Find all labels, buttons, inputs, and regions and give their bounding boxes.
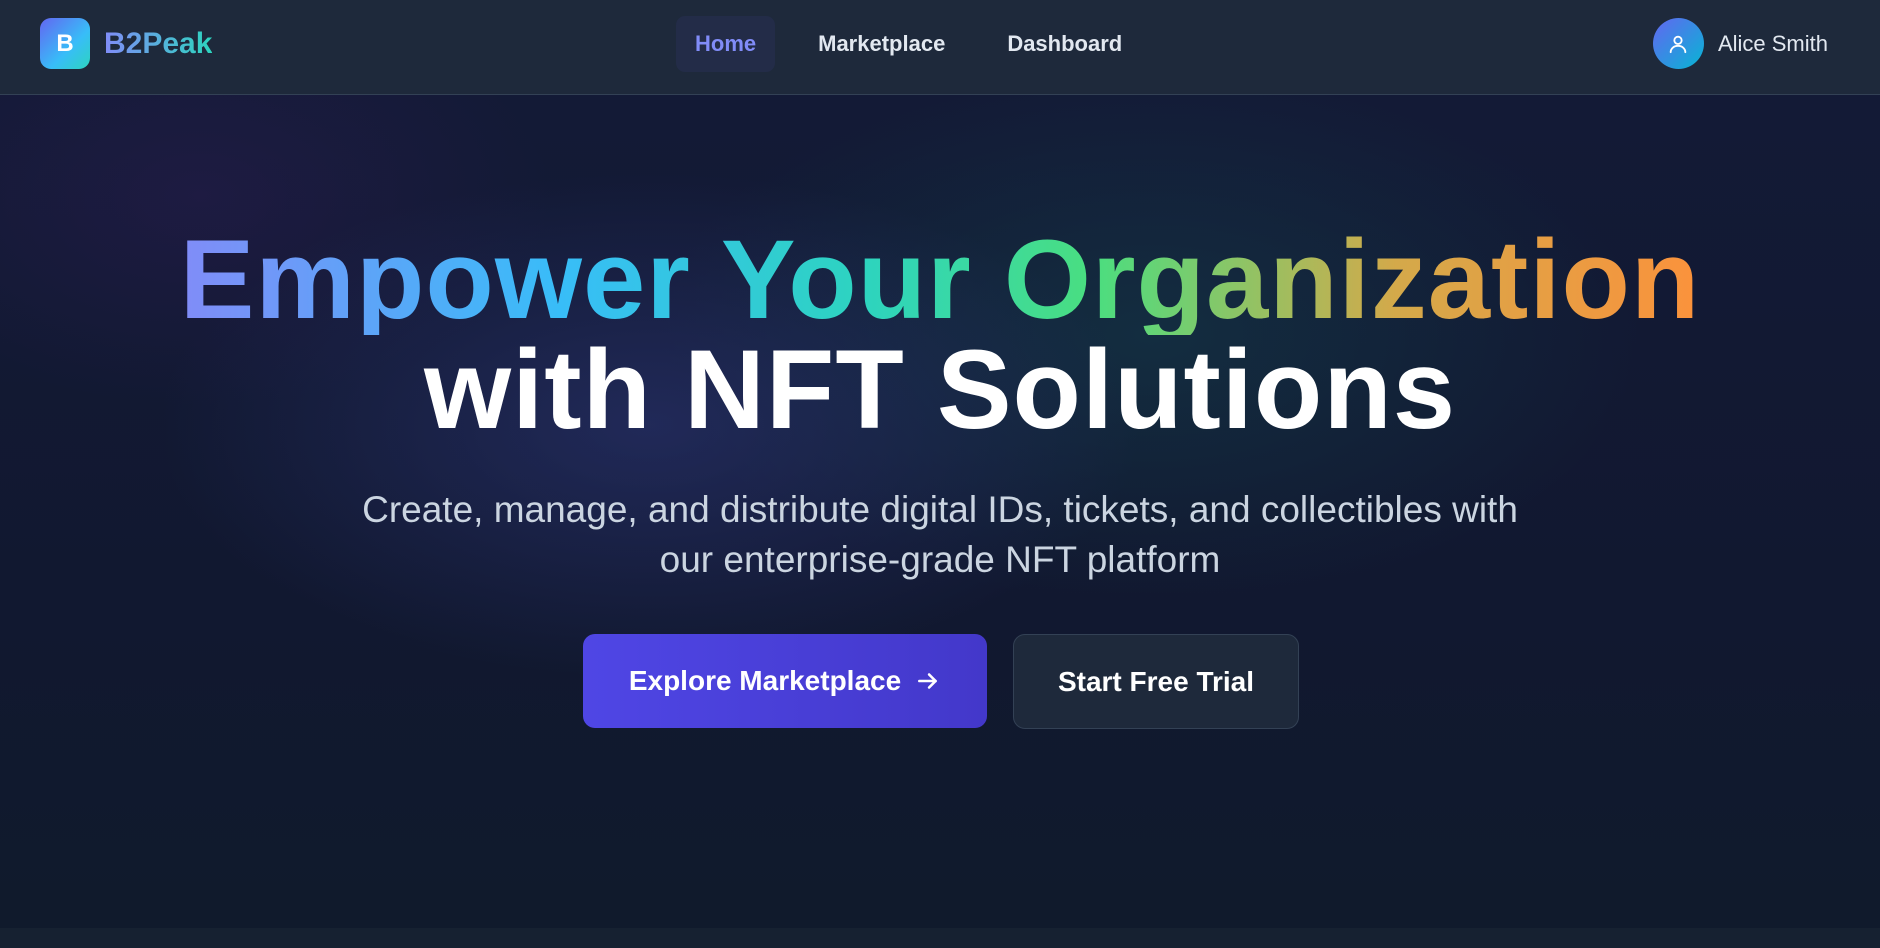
next-section-edge: [0, 928, 1880, 948]
nav-home[interactable]: Home: [676, 16, 776, 72]
cta-row: Explore Marketplace Start Free Trial: [583, 634, 1299, 729]
subtitle-line-1: Create, manage, and distribute digital I…: [362, 489, 1518, 530]
user-menu[interactable]: Alice Smith: [1652, 18, 1828, 69]
start-free-trial-button[interactable]: Start Free Trial: [1013, 634, 1299, 729]
top-navbar: B B2Peak Home Marketplace Dashboard Alic…: [0, 0, 1880, 95]
brand[interactable]: B B2Peak: [40, 18, 212, 69]
explore-marketplace-label: Explore Marketplace: [628, 665, 902, 696]
headline-line-2: with NFT Solutions: [423, 327, 1457, 452]
user-name: Alice Smith: [1717, 30, 1828, 56]
brand-name: B2Peak: [104, 26, 213, 60]
headline-line-1: Empower Your Organization: [179, 217, 1701, 342]
explore-marketplace-button[interactable]: Explore Marketplace: [583, 634, 987, 728]
nav-dashboard[interactable]: Dashboard: [988, 16, 1141, 72]
arrow-right-icon: [918, 673, 938, 689]
avatar[interactable]: [1652, 18, 1704, 69]
hero-subtitle: Create, manage, and distribute digital I…: [340, 485, 1540, 585]
brand-logo: B: [40, 18, 90, 69]
user-icon: [1670, 35, 1687, 53]
nav-marketplace[interactable]: Marketplace: [799, 16, 964, 72]
hero-section: Empower Your Organization with NFT Solut…: [0, 95, 1880, 928]
hero-headline: Empower Your Organization with NFT Solut…: [0, 217, 1880, 452]
subtitle-line-2: our enterprise-grade NFT platform: [659, 539, 1221, 580]
main-nav: Home Marketplace Dashboard: [676, 16, 1141, 72]
